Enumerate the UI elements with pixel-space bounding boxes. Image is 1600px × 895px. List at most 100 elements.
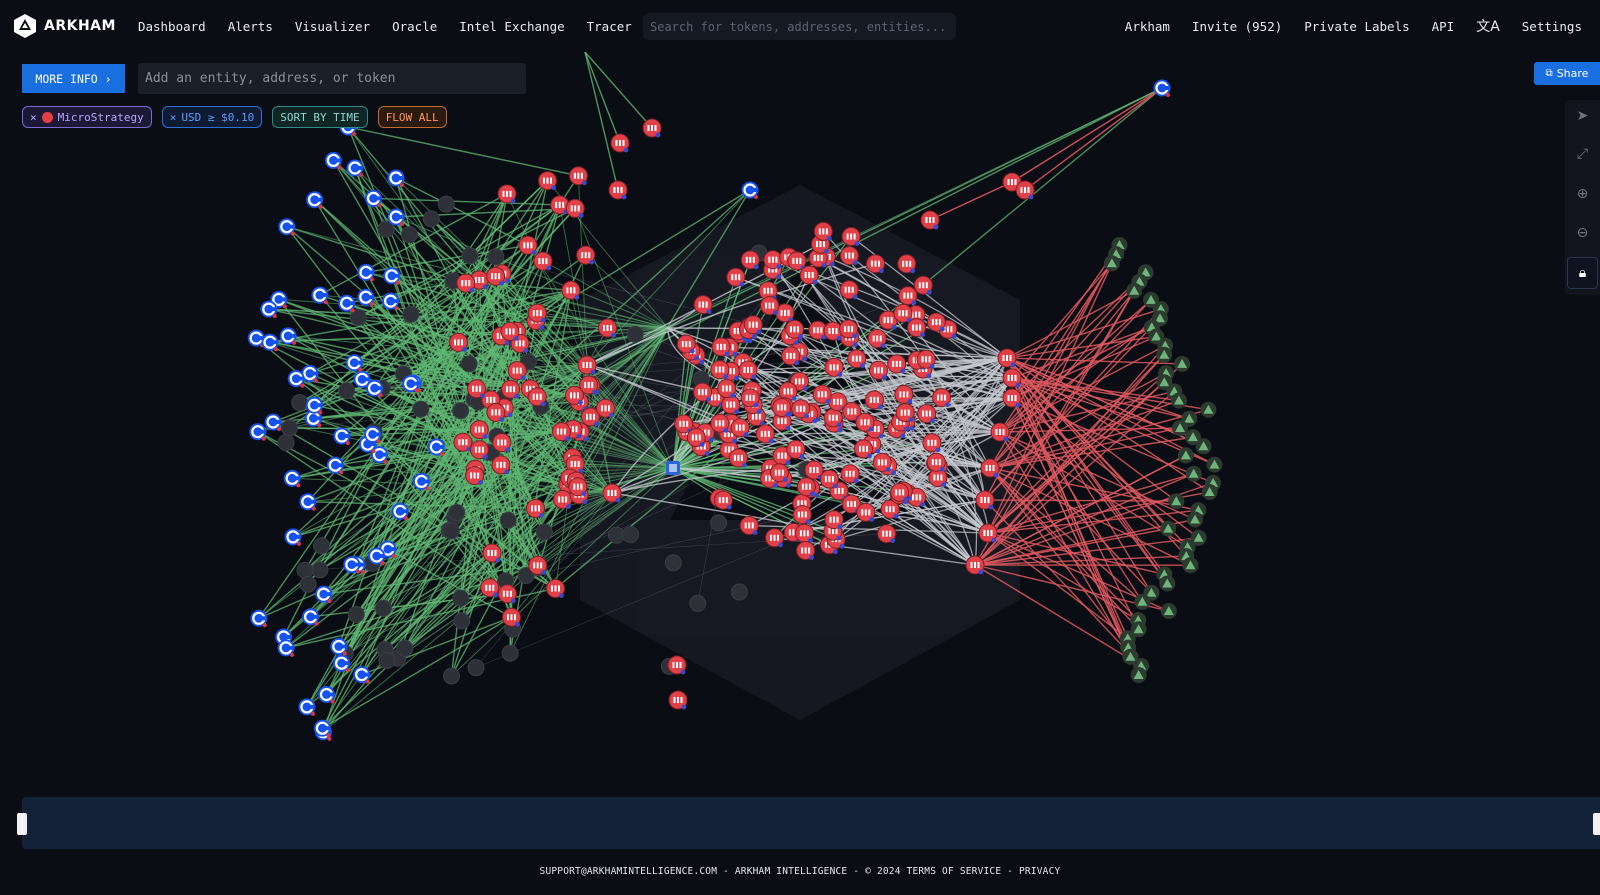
unlabeled-address-node xyxy=(689,594,707,612)
nav-invite[interactable]: Invite (952) xyxy=(1192,19,1282,34)
edge xyxy=(584,51,653,129)
nav-arkham[interactable]: Arkham xyxy=(1125,19,1170,34)
more-info-button[interactable]: MORE INFO › xyxy=(22,64,125,93)
flow-all-chip[interactable]: FLOW ALL xyxy=(377,106,447,128)
microstrategy-node xyxy=(922,433,942,453)
microstrategy-node xyxy=(898,286,918,306)
nav-visualizer[interactable]: Visualizer xyxy=(295,19,370,34)
coinbase-node xyxy=(278,218,296,236)
coinbase-node xyxy=(306,191,324,209)
coinbase-node xyxy=(249,423,267,441)
microstrategy-node xyxy=(796,477,816,497)
nav-private-labels[interactable]: Private Labels xyxy=(1304,19,1409,34)
pyramid-node xyxy=(1134,593,1151,610)
unlabeled-address-node xyxy=(277,434,295,452)
microstrategy-node xyxy=(502,607,521,627)
coinbase-node xyxy=(299,493,317,511)
pyramid-node xyxy=(1174,355,1191,372)
pyramid-node xyxy=(1201,484,1218,500)
microstrategy-node xyxy=(897,254,917,274)
microstrategy-node xyxy=(997,348,1017,368)
nav-tracer[interactable]: Tracer xyxy=(587,19,632,34)
unlabeled-address-node xyxy=(487,248,505,266)
coinbase-node xyxy=(284,528,302,546)
pyramid-node xyxy=(1206,456,1223,473)
unlabeled-address-node xyxy=(535,523,553,541)
remove-filter-icon[interactable]: × xyxy=(170,111,177,124)
nav-settings[interactable]: Settings xyxy=(1522,19,1582,34)
microstrategy-node xyxy=(965,555,985,575)
microstrategy-node xyxy=(890,482,910,502)
microstrategy-node xyxy=(642,118,662,138)
translate-icon[interactable]: 文A xyxy=(1476,16,1500,36)
microstrategy-node xyxy=(717,379,737,398)
timeline-scrubber[interactable] xyxy=(17,797,1600,849)
microstrategy-node xyxy=(867,329,887,348)
visualizer-graph[interactable] xyxy=(0,45,1600,805)
unlabeled-address-node xyxy=(448,504,466,521)
pyramid-node xyxy=(1168,493,1185,510)
unlabeled-address-node xyxy=(291,394,309,412)
lock-icon[interactable]: 🔒︎ xyxy=(1567,257,1598,289)
fit-screen-icon[interactable]: ⤢ xyxy=(1565,138,1600,170)
microstrategy-node xyxy=(491,455,511,475)
nav-dashboard[interactable]: Dashboard xyxy=(138,19,206,34)
microstrategy-node xyxy=(608,180,628,200)
microstrategy-node xyxy=(913,275,933,295)
microstrategy-node xyxy=(693,295,713,315)
entity-filter-chip[interactable]: × MicroStrategy xyxy=(22,106,152,128)
unlabeled-address-node xyxy=(452,402,470,420)
microstrategy-node xyxy=(693,382,713,402)
pyramid-node xyxy=(1103,255,1120,272)
timeline-end-handle[interactable] xyxy=(1593,813,1600,835)
coinbase-node xyxy=(324,151,342,170)
add-entity-input[interactable] xyxy=(145,71,519,86)
global-search-input[interactable] xyxy=(650,19,949,34)
remove-filter-icon[interactable]: × xyxy=(30,111,37,124)
microstrategy-node xyxy=(598,318,617,338)
coinbase-node xyxy=(333,654,351,673)
microstrategy-node xyxy=(467,379,487,399)
microstrategy-node xyxy=(932,388,952,408)
timeline-start-handle[interactable] xyxy=(17,813,27,835)
zoom-in-icon[interactable]: ⊕ xyxy=(1565,178,1600,210)
nav-intel-exchange[interactable]: Intel Exchange xyxy=(459,19,564,34)
microstrategy-node xyxy=(577,355,597,375)
microstrategy-node xyxy=(738,360,758,380)
nav-oracle[interactable]: Oracle xyxy=(392,19,437,34)
microstrategy-node xyxy=(711,337,731,357)
microstrategy-node xyxy=(728,448,748,468)
footer-text: SUPPORT@ARKHAMINTELLIGENCE.COM - ARKHAM … xyxy=(539,866,1061,877)
cursor-icon[interactable]: ➤ xyxy=(1565,100,1600,132)
microstrategy-node xyxy=(676,334,696,354)
microstrategy-node xyxy=(926,312,946,332)
nav-api[interactable]: API xyxy=(1432,19,1455,34)
unlabeled-address-node xyxy=(452,589,470,607)
microstrategy-node xyxy=(781,346,801,366)
coinbase-node xyxy=(427,438,445,456)
microstrategy-node xyxy=(990,422,1010,442)
pyramid-node xyxy=(1185,465,1202,482)
microstrategy-node xyxy=(769,463,789,483)
microstrategy-node xyxy=(526,498,545,518)
zoom-out-icon[interactable]: ⊖ xyxy=(1565,217,1600,249)
pyramid-node xyxy=(1160,520,1177,537)
microstrategy-node xyxy=(799,265,819,285)
nav-alerts[interactable]: Alerts xyxy=(228,19,273,34)
edge xyxy=(1011,87,1163,183)
microstrategy-node xyxy=(743,315,763,335)
coinbase-node xyxy=(357,263,375,282)
brand[interactable]: ARKHAM xyxy=(12,13,116,39)
microstrategy-node xyxy=(497,584,517,604)
unlabeled-address-node xyxy=(296,561,314,579)
share-button[interactable]: ⧉ Share xyxy=(1534,62,1600,85)
microstrategy-node xyxy=(1002,368,1022,388)
microstrategy-node xyxy=(533,251,553,271)
edge xyxy=(974,564,1142,667)
unlabeled-address-node xyxy=(460,355,478,373)
pyramid-node xyxy=(1187,511,1203,528)
usd-filter-chip[interactable]: × USD ≥ $0.10 xyxy=(161,106,263,128)
coinbase-node xyxy=(1153,79,1171,97)
sort-by-time-chip[interactable]: SORT BY TIME xyxy=(272,106,368,128)
coinbase-node xyxy=(383,267,401,285)
